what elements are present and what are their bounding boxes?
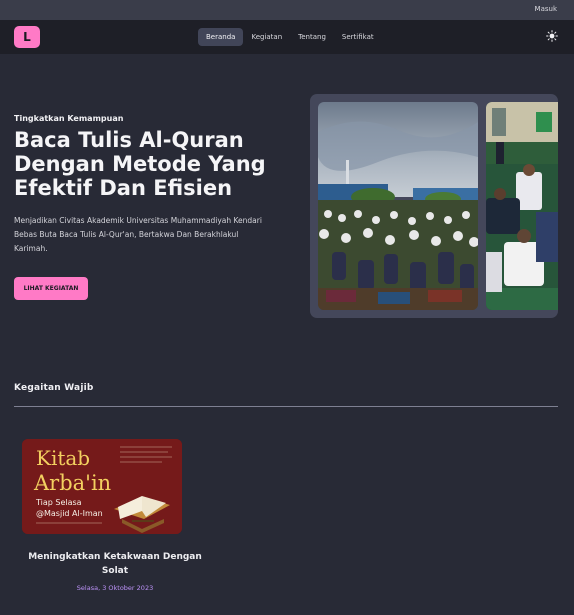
nav-link-sertifikat[interactable]: Sertifikat	[334, 28, 382, 46]
hero-title: Baca Tulis Al-Quran Dengan Metode Yang E…	[14, 128, 266, 200]
poster-heading-1: Kitab	[36, 446, 90, 470]
activity-card-date: Selasa, 3 Oktober 2023	[76, 584, 154, 592]
navbar: L Beranda Kegiatan Tentang Sertifikat	[0, 20, 574, 54]
carousel-photo-indoor-study	[486, 102, 558, 310]
hero-eyebrow: Tingkatkan Kemampuan	[14, 114, 124, 123]
nav-link-beranda[interactable]: Beranda	[198, 28, 244, 46]
sun-icon[interactable]	[546, 30, 558, 42]
section-title: Kegaitan Wajib	[14, 383, 94, 393]
activity-card-title[interactable]: Meningkatkan Ketakwaan Dengan Solat	[22, 550, 208, 578]
nav-link-kegiatan[interactable]: Kegiatan	[243, 28, 290, 46]
logo[interactable]: L	[14, 26, 40, 48]
poster-location: @Masjid Al-Iman	[36, 509, 103, 518]
section-divider	[14, 406, 558, 407]
hero-description: Menjadikan Civitas Akademik Universitas …	[14, 216, 262, 253]
carousel-photo-outdoor-prayer	[318, 102, 478, 310]
nav-link-tentang[interactable]: Tentang	[290, 28, 334, 46]
top-utility-bar: Masuk	[0, 0, 574, 20]
activity-card-poster[interactable]: Kitab Arba'in Tiap Selasa @Masjid Al-Ima…	[22, 439, 182, 534]
nav-links: Beranda Kegiatan Tentang Sertifikat	[198, 28, 382, 46]
hero-carousel[interactable]	[310, 94, 558, 318]
lihat-kegiatan-button[interactable]: LIHAT KEGIATAN	[14, 277, 88, 300]
poster-schedule: Tiap Selasa	[35, 498, 82, 507]
poster-heading-2: Arba'in	[33, 471, 111, 495]
login-link[interactable]: Masuk	[535, 5, 557, 13]
